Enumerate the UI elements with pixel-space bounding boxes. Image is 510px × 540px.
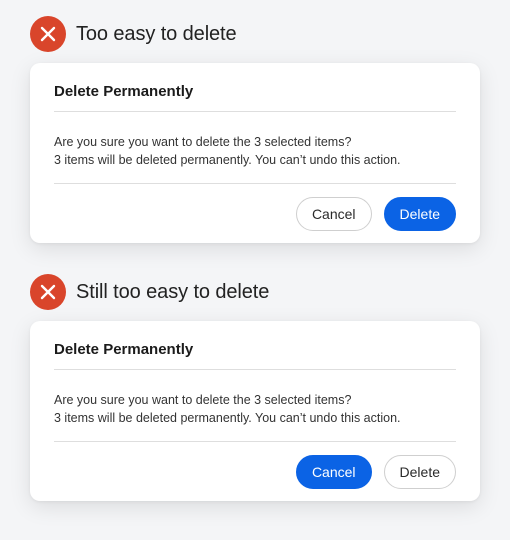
dialog-message-line: 3 items will be deleted permanently. You… bbox=[54, 411, 401, 425]
cancel-button[interactable]: Cancel bbox=[295, 455, 372, 489]
dialog-message-line: Are you sure you want to delete the 3 se… bbox=[54, 393, 352, 407]
dialog-message-line: Are you sure you want to delete the 3 se… bbox=[54, 135, 352, 149]
divider bbox=[54, 183, 456, 184]
dialog-title: Delete Permanently bbox=[54, 341, 194, 358]
example-heading-row: Too easy to delete bbox=[30, 16, 480, 52]
dialog-title: Delete Permanently bbox=[54, 83, 194, 100]
example-heading-row: Still too easy to delete bbox=[30, 274, 480, 310]
delete-dialog: Delete Permanently Are you sure you want… bbox=[30, 63, 480, 243]
dialog-actions: Cancel Delete bbox=[295, 455, 456, 489]
delete-button[interactable]: Delete bbox=[383, 455, 456, 489]
dialog-message: Are you sure you want to delete the 3 se… bbox=[54, 112, 456, 183]
delete-button[interactable]: Delete bbox=[383, 197, 456, 231]
dialog-message: Are you sure you want to delete the 3 se… bbox=[54, 370, 456, 441]
x-mark-icon bbox=[30, 274, 66, 310]
example-too-easy: Too easy to delete Delete Permanently Ar… bbox=[30, 16, 480, 243]
delete-dialog: Delete Permanently Are you sure you want… bbox=[30, 321, 480, 501]
x-mark-icon bbox=[30, 16, 66, 52]
divider bbox=[54, 441, 456, 442]
example-heading: Still too easy to delete bbox=[76, 280, 270, 303]
example-heading: Too easy to delete bbox=[76, 22, 237, 45]
dialog-actions: Cancel Delete bbox=[295, 197, 456, 231]
dialog-message-line: 3 items will be deleted permanently. You… bbox=[54, 153, 401, 167]
cancel-button[interactable]: Cancel bbox=[295, 197, 372, 231]
example-still-too-easy: Still too easy to delete Delete Permanen… bbox=[30, 274, 480, 501]
